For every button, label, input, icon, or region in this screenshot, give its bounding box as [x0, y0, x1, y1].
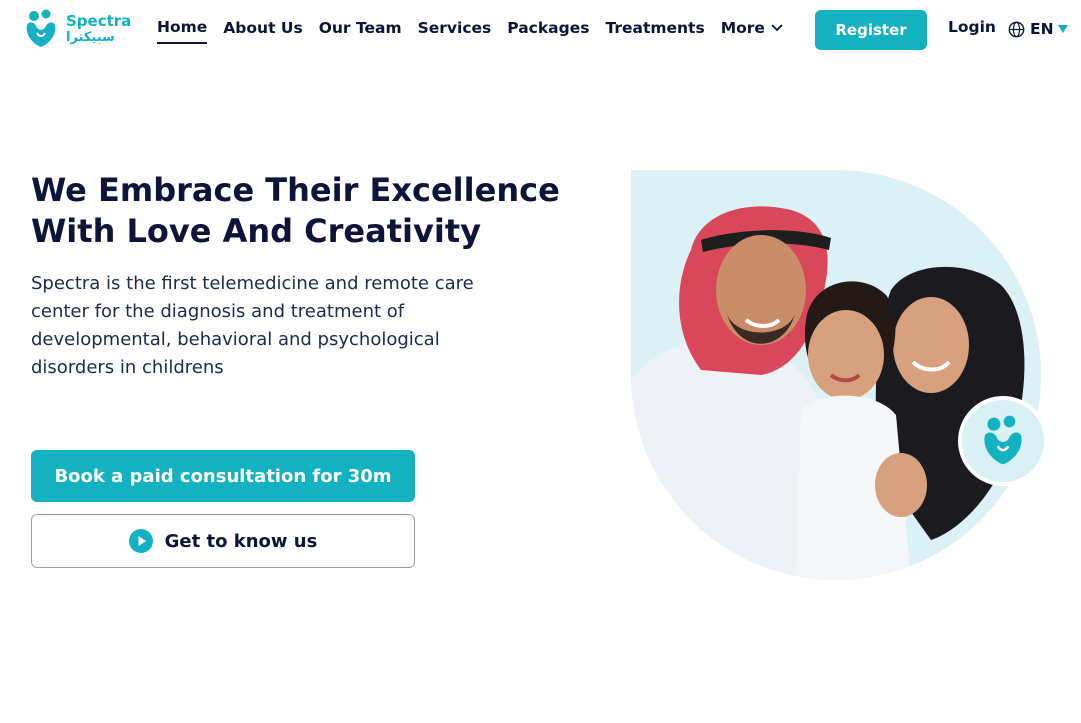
spectra-badge [958, 396, 1048, 486]
hero-title: We Embrace Their Excellence With Love An… [31, 170, 571, 252]
brand-wordmark: Spectra سبيكترا [66, 12, 132, 45]
nav-item-packages[interactable]: Packages [507, 19, 589, 43]
register-button[interactable]: Register [815, 10, 927, 50]
language-selector[interactable]: EN [1008, 20, 1068, 38]
brand-name-en: Spectra [66, 12, 132, 30]
brand-name-ar: سبيكترا [66, 30, 115, 45]
login-link[interactable]: Login [948, 18, 996, 36]
nav-item-about-us[interactable]: About Us [223, 19, 302, 43]
nav-item-home[interactable]: Home [157, 18, 208, 44]
hero-title-line-2: With Love And Creativity [31, 212, 481, 250]
top-navbar: Spectra سبيكترا Home About Us Our Team S… [0, 0, 1081, 60]
caret-down-icon [1057, 25, 1068, 33]
page: Spectra سبيكترا Home About Us Our Team S… [0, 0, 1081, 723]
spectra-logo-icon [26, 9, 56, 47]
language-code: EN [1030, 20, 1054, 38]
brand-logo[interactable]: Spectra سبيكترا [24, 9, 131, 49]
nav-item-treatments[interactable]: Treatments [605, 19, 704, 43]
hero-family-photo [631, 170, 1041, 580]
nav-item-our-team[interactable]: Our Team [319, 19, 402, 43]
nav-item-services[interactable]: Services [418, 19, 492, 43]
get-to-know-us-button[interactable]: Get to know us [31, 514, 415, 568]
chevron-down-icon [771, 24, 783, 32]
globe-icon [1008, 21, 1025, 37]
nav-item-more-label: More [720, 19, 765, 37]
hero-description: Spectra is the first telemedicine and re… [31, 273, 474, 378]
spectra-badge-icon [984, 415, 1022, 465]
hero-title-line-1: We Embrace Their Excellence [31, 171, 560, 209]
nav-item-more[interactable]: More [721, 19, 783, 43]
main-nav: Home About Us Our Team Services Packages… [157, 18, 799, 44]
book-consultation-button[interactable]: Book a paid consultation for 30m [31, 450, 415, 502]
get-to-know-us-label: Get to know us [164, 530, 318, 552]
play-icon [128, 529, 153, 553]
